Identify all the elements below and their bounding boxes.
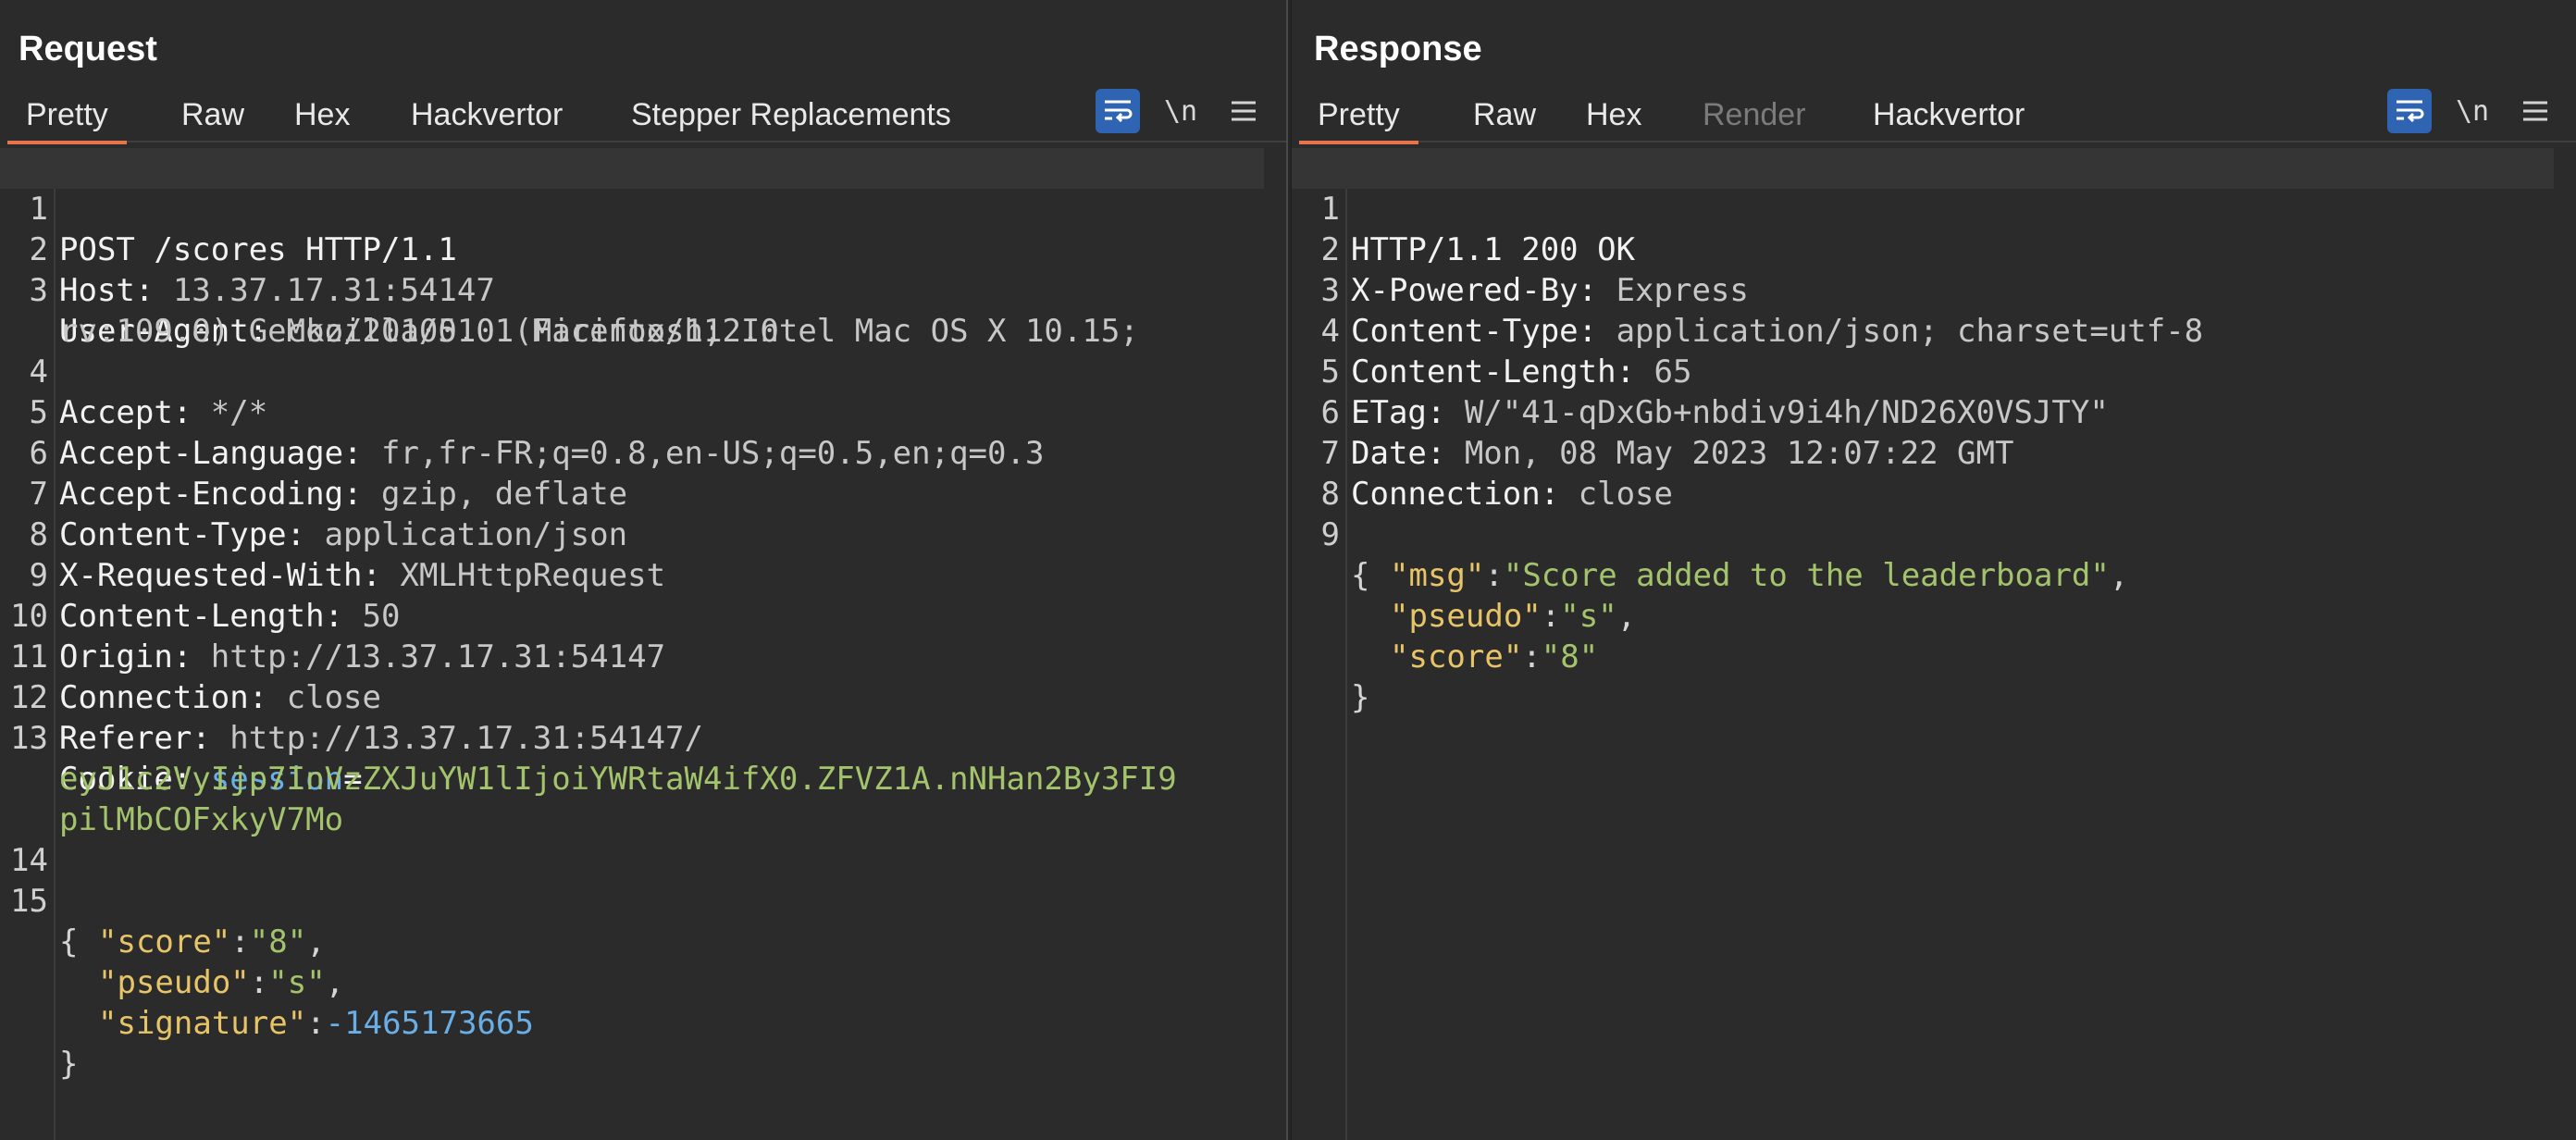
request-line: 9 Content-Length: 50 (0, 514, 1264, 635)
json-line: "msg":"Score added to the leaderboard", (1292, 514, 2554, 594)
request-line: 7 Content-Type: application/json (0, 433, 1264, 553)
json-line: "score":"8" (1292, 596, 2554, 675)
response-tab-pretty[interactable]: Pretty (1299, 89, 1418, 144)
request-line: 12 Referer: http://13.37.17.31:54147/ (0, 637, 1264, 757)
wrap-lines-icon (2396, 100, 2424, 123)
json-line: "pseudo":"s", (1292, 555, 2554, 635)
response-menu-button[interactable] (2513, 89, 2557, 133)
json-line: "score":"8", (0, 881, 1264, 960)
request-line-continuation: eyJ1c2VyIjp7InVzZXJuYW1lIjoiYWRtaW4ifX0.… (0, 718, 1264, 798)
response-line: 1 HTTP/1.1 200 OK (1292, 148, 2554, 268)
request-line: 6 Accept-Encoding: gzip, deflate (0, 392, 1264, 513)
request-tab-stepper-replacements[interactable]: Stepper Replacements (613, 89, 970, 142)
request-pane: Request Pretty Raw Hex Hackvertor Steppe… (0, 0, 1286, 1140)
request-line-continuation: pilMbCOFxkyV7Mo (0, 759, 1264, 838)
json-brace: } (1351, 679, 1370, 716)
json-line: "pseudo":"s", (0, 922, 1264, 1001)
request-line: 10 Origin: http://13.37.17.31:54147 (0, 555, 1264, 675)
response-line: 4 Content-Length: 65 (1292, 270, 2554, 390)
request-line: 4 Accept: */* (0, 311, 1264, 431)
request-menu-button[interactable] (1221, 89, 1266, 133)
response-tabbar: Pretty Raw Hex Render Hackvertor (1299, 89, 2576, 144)
wrap-lines-icon (1105, 100, 1133, 123)
json-line: } (1292, 637, 2554, 716)
response-wrap-toggle-button[interactable] (2387, 89, 2432, 133)
response-tab-raw[interactable]: Raw (1455, 89, 1554, 142)
request-tab-hex[interactable]: Hex (276, 89, 368, 142)
request-wrap-toggle-button[interactable] (1096, 89, 1140, 133)
response-editor[interactable]: 1 HTTP/1.1 200 OK 2 X-Powered-By: Expres… (1292, 148, 2576, 1140)
request-tabbar: Pretty Raw Hex Hackvertor Stepper Replac… (7, 89, 1286, 144)
request-tab-raw[interactable]: Raw (163, 89, 263, 142)
response-line: 8 (1292, 433, 2554, 513)
response-line: 2 X-Powered-By: Express (1292, 189, 2554, 309)
request-line-continuation: rv:109.0) Gecko/20100101 Firefox/112.0 (0, 270, 1264, 350)
request-newline-toggle[interactable]: \n (1158, 89, 1203, 133)
request-line: 15 { (0, 840, 1264, 960)
request-tab-pretty[interactable]: Pretty (7, 89, 127, 144)
request-line: 5 Accept-Language: fr,fr-FR;q=0.8,en-US;… (0, 352, 1264, 472)
request-line: 13 Cookie: session= (0, 677, 1264, 798)
request-title: Request (19, 30, 157, 68)
hamburger-menu-icon (1232, 101, 1256, 121)
response-line: 3 Content-Type: application/json; charse… (1292, 229, 2554, 350)
response-pane: Response Pretty Raw Hex Render Hackverto… (1292, 0, 2576, 1140)
response-line: 9 { (1292, 474, 2554, 594)
request-editor[interactable]: 1 POST /scores HTTP/1.1 2 Host: 13.37.17… (0, 148, 1286, 1140)
request-tab-hackvertor[interactable]: Hackvertor (392, 89, 581, 142)
response-newline-toggle[interactable]: \n (2450, 89, 2495, 133)
response-tab-hex[interactable]: Hex (1567, 89, 1660, 142)
json-brace: } (59, 1046, 79, 1083)
request-line: 14 (0, 799, 1264, 879)
response-line: 7 Connection: close (1292, 392, 2554, 513)
json-line: } (0, 1003, 1264, 1083)
request-line: 2 Host: 13.37.17.31:54147 (0, 189, 1264, 309)
request-line: 1 POST /scores HTTP/1.1 (0, 148, 1264, 268)
request-line: 11 Connection: close (0, 596, 1264, 716)
response-title: Response (1314, 30, 1482, 68)
json-line: "signature":-1465173665 (0, 962, 1264, 1042)
request-line: 8 X-Requested-With: XMLHttpRequest (0, 474, 1264, 594)
response-line: 5 ETag: W/"41-qDxGb+nbdiv9i4h/ND26X0VSJT… (1292, 311, 2554, 431)
response-line: 6 Date: Mon, 08 May 2023 12:07:22 GMT (1292, 352, 2554, 472)
response-tab-hackvertor[interactable]: Hackvertor (1854, 89, 2043, 142)
hamburger-menu-icon (2523, 101, 2547, 121)
response-tab-render[interactable]: Render (1684, 89, 1825, 142)
request-line: 3 User-Agent: Mozilla/5.0 (Macintosh; In… (0, 229, 1264, 350)
